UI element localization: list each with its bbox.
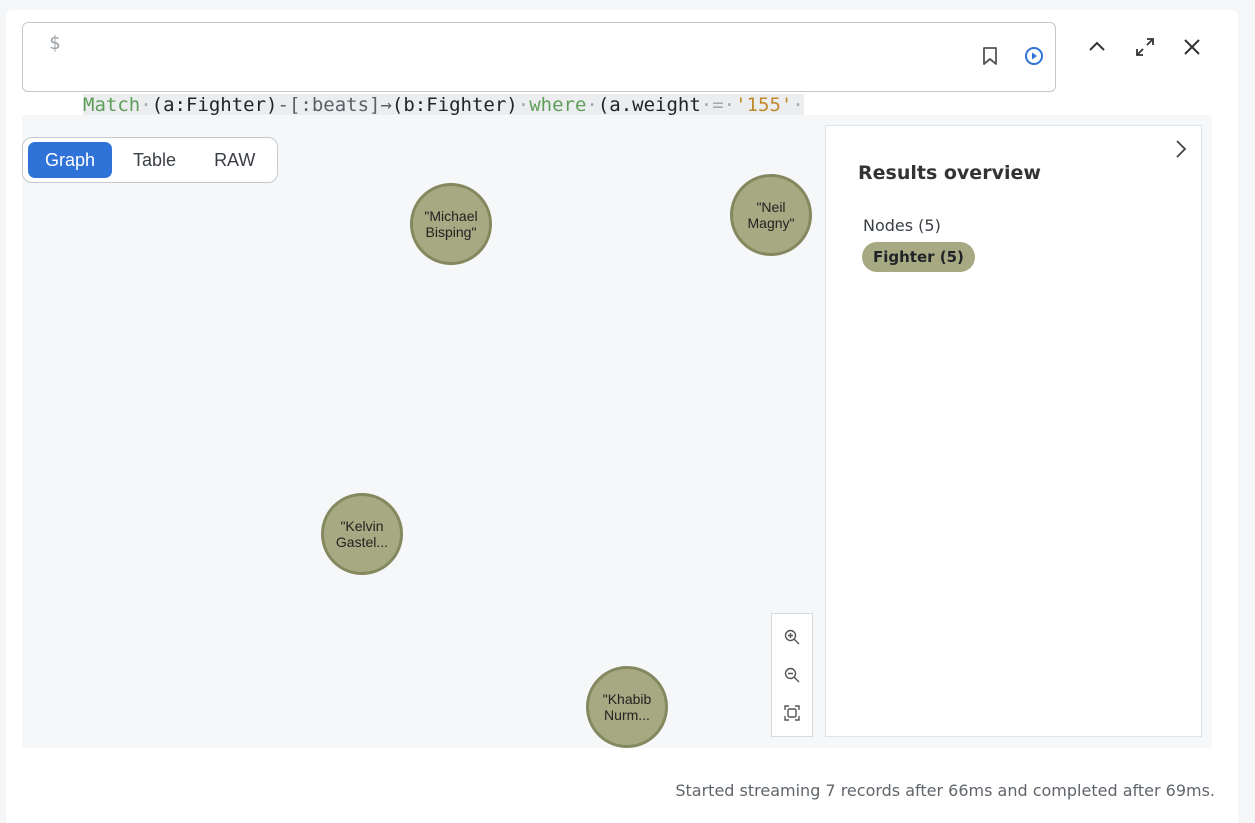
query-token: (b:Fighter) (391, 94, 518, 116)
query-token: · (792, 94, 804, 116)
graph-node[interactable]: "Khabib Nurm... (586, 666, 668, 748)
status-message: Started streaming 7 records after 66ms a… (675, 781, 1215, 800)
query-token: '155' (735, 94, 793, 116)
bookmark-icon[interactable] (975, 41, 1005, 71)
graph-node[interactable]: "Kelvin Gastel... (321, 493, 403, 575)
zoom-controls (771, 613, 813, 737)
play-circle-icon[interactable] (1019, 41, 1049, 71)
query-editor[interactable]: $ Match·(a:Fighter)-[:beats]→(b:Fighter)… (22, 22, 1056, 206)
query-token: (a:Fighter) (151, 94, 278, 116)
query-token: · (586, 94, 598, 116)
query-token: ·=· (700, 94, 736, 116)
chevron-right-icon[interactable] (1168, 136, 1194, 162)
close-icon[interactable] (1175, 30, 1209, 64)
tab-graph[interactable]: Graph (28, 142, 113, 178)
query-token: Match (83, 94, 141, 116)
view-toggle: Graph Table RAW (22, 137, 278, 183)
nodes-count-label: Nodes (5) (863, 216, 941, 235)
results-overview-panel: Results overview Nodes (5) Fighter (5) (825, 125, 1202, 737)
chevron-up-icon[interactable] (1080, 30, 1114, 64)
label-chip-fighter[interactable]: Fighter (5) (862, 242, 975, 272)
query-token: · (140, 94, 152, 116)
fit-to-screen-icon[interactable] (777, 698, 807, 728)
graph-canvas[interactable]: Graph Table RAW "Michael Bisping" "Neil … (22, 115, 1212, 748)
overview-title: Results overview (858, 162, 1041, 184)
query-token: · (517, 94, 530, 116)
zoom-in-icon[interactable] (777, 622, 807, 652)
prompt-symbol: $ (49, 32, 61, 54)
query-token: (a.weight (597, 94, 701, 116)
graph-node[interactable]: "Michael Bisping" (410, 183, 492, 265)
expand-icon[interactable] (1128, 30, 1162, 64)
tab-raw[interactable]: RAW (197, 142, 272, 178)
graph-node[interactable]: "Neil Magny" (730, 174, 812, 256)
tab-table[interactable]: Table (116, 142, 193, 178)
zoom-out-icon[interactable] (777, 660, 807, 690)
query-token: where (529, 94, 587, 116)
query-token: -[:beats]→ (277, 94, 392, 116)
